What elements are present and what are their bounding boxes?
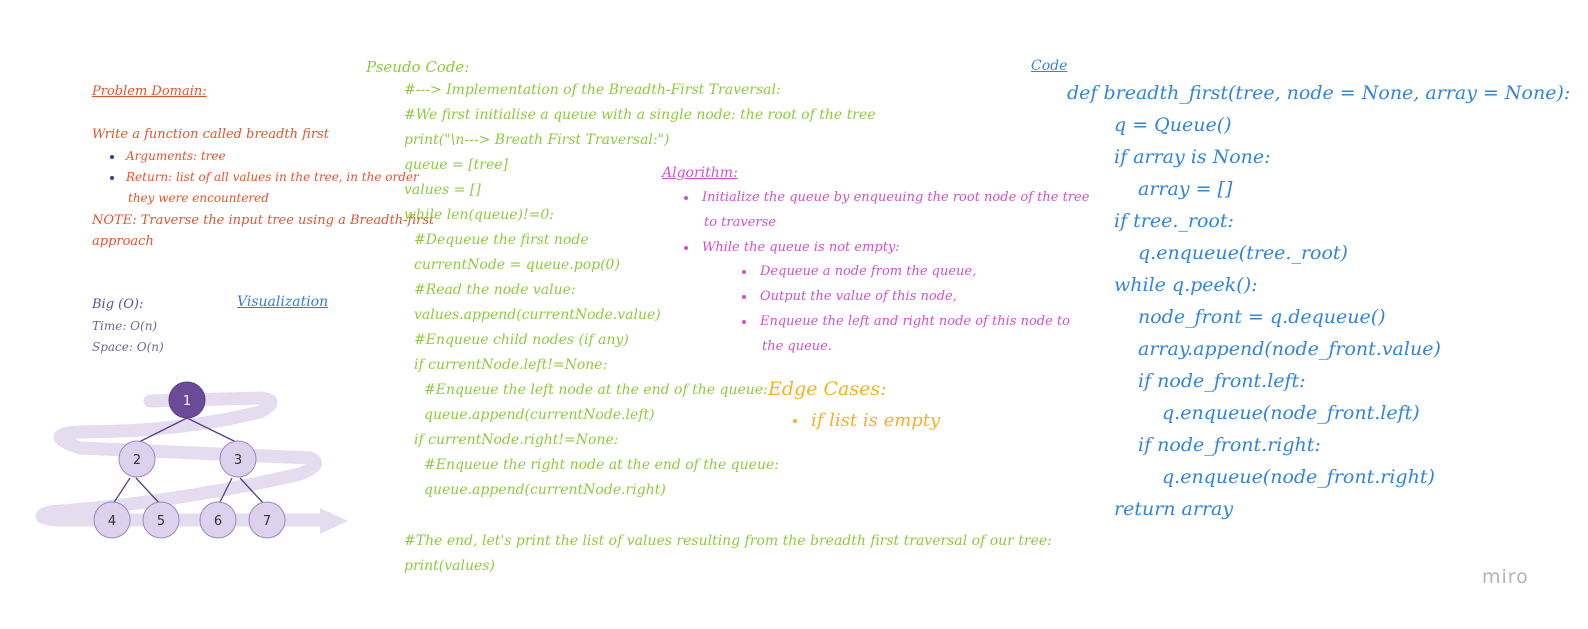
pseudo-code-line: #We first initialise a queue with a sing…: [404, 107, 876, 123]
problem-domain-bullet-continuation: they were encountered: [128, 191, 269, 205]
pseudo-code-line: if currentNode.left!=None:: [414, 357, 608, 373]
code-line: array.append(node_front.value): [1138, 338, 1441, 360]
algorithm-substep: Enqueue the left and right node of this …: [742, 314, 1070, 329]
algorithm-substep-continuation: the queue.: [762, 339, 833, 354]
algorithm-title: Algorithm:: [662, 165, 738, 181]
algorithm-step: Initialize the queue by enqueuing the ro…: [684, 190, 1089, 205]
pseudo-code-line: #Dequeue the first node: [414, 232, 589, 248]
pseudo-code-line: queue = [tree]: [404, 157, 509, 173]
problem-domain-note: NOTE: Traverse the input tree using a Br…: [92, 213, 435, 228]
algorithm-step: While the queue is not empty:: [684, 240, 900, 255]
pseudo-code-line: values = []: [404, 182, 481, 198]
pseudo-code-line: values.append(currentNode.value): [414, 307, 661, 323]
edge-case-item: if list is empty: [793, 410, 940, 431]
code-line: if tree._root:: [1114, 210, 1234, 232]
code-line: q.enqueue(tree._root): [1138, 242, 1348, 264]
problem-domain-bullet: Arguments: tree: [110, 149, 226, 163]
code-line: node_front = q.dequeue(): [1138, 306, 1386, 328]
algorithm-substep: Output the value of this node,: [742, 289, 957, 304]
big-o-space: Space: O(n): [92, 340, 164, 354]
pseudo-code-line: #Enqueue child nodes (if any): [414, 332, 629, 348]
pseudo-code-line: queue.append(currentNode.right): [424, 482, 666, 498]
code-line: if node_front.left:: [1138, 370, 1306, 392]
node-label: 4: [108, 514, 116, 529]
code-line: array = []: [1138, 178, 1233, 200]
miro-logo: miro: [1482, 566, 1529, 588]
pseudo-code-line: print(values): [404, 558, 495, 574]
code-line: if array is None:: [1114, 146, 1271, 168]
code-line: if node_front.right:: [1138, 434, 1321, 456]
pseudo-code-line: while len(queue)!=0:: [404, 207, 554, 223]
pseudo-code-line: currentNode = queue.pop(0): [414, 257, 620, 273]
problem-domain-description: Write a function called breadth first: [92, 127, 329, 142]
node-label: 1: [183, 394, 191, 409]
pseudo-code-line: #Enqueue the right node at the end of th…: [424, 457, 779, 473]
bfs-tree-visualization: 1 2 3 4 5 6 7: [35, 381, 348, 539]
code-line: q.enqueue(node_front.right): [1162, 466, 1435, 488]
big-o-title: Big (O):: [92, 297, 144, 312]
big-o-time: Time: O(n): [92, 319, 158, 333]
problem-domain-title: Problem Domain:: [92, 84, 207, 99]
algorithm-step-continuation: to traverse: [704, 215, 776, 230]
node-label: 5: [157, 514, 165, 529]
node-label: 3: [234, 453, 242, 468]
pseudo-code-line: #---> Implementation of the Breadth-Firs…: [404, 82, 781, 98]
visualization-title: Visualization: [237, 294, 329, 310]
problem-domain-note-continuation: approach: [92, 234, 154, 249]
code-line: q = Queue(): [1114, 114, 1232, 136]
node-label: 2: [133, 453, 141, 468]
pseudo-code-line: #Enqueue the left node at the end of the…: [424, 382, 768, 398]
pseudo-code-line: queue.append(currentNode.left): [424, 407, 655, 423]
node-label: 6: [214, 514, 222, 529]
code-line: return array: [1114, 498, 1234, 520]
pseudo-code-title: Pseudo Code:: [366, 58, 470, 76]
code-title: Code: [1031, 58, 1068, 74]
code-line: q.enqueue(node_front.left): [1162, 402, 1420, 424]
code-line: while q.peek():: [1114, 274, 1258, 296]
node-label: 7: [263, 514, 271, 529]
pseudo-code-line: print("\n---> Breath First Traversal:"): [404, 132, 670, 148]
pseudo-code-line: if currentNode.right!=None:: [414, 432, 619, 448]
traversal-arrow-head: [320, 508, 348, 534]
problem-domain-bullet: Return: list of all values in the tree, …: [110, 170, 419, 184]
pseudo-code-line: #The end, let's print the list of values…: [404, 533, 1052, 549]
code-line: def breadth_first(tree, node = None, arr…: [1067, 82, 1571, 104]
algorithm-substep: Dequeue a node from the queue,: [742, 264, 976, 279]
pseudo-code-line: #Read the node value:: [414, 282, 576, 298]
edge-cases-title: Edge Cases:: [768, 378, 887, 400]
